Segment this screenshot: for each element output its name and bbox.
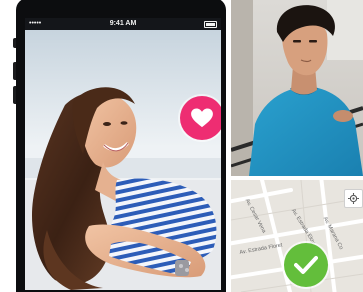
like-button[interactable] bbox=[180, 96, 221, 140]
checkmark-icon bbox=[294, 256, 318, 274]
phone-volume-down bbox=[13, 86, 16, 104]
locate-button[interactable] bbox=[344, 189, 363, 208]
battery-icon bbox=[204, 21, 217, 28]
status-bar: ••••• 9:41 AM bbox=[25, 18, 221, 30]
heart-icon bbox=[191, 108, 213, 128]
status-time: 9:41 AM bbox=[109, 20, 137, 27]
phone-mockup: ••••• 9:41 AM bbox=[13, 0, 226, 292]
match-confirmed-badge bbox=[284, 243, 328, 287]
profile-photo[interactable] bbox=[25, 30, 221, 290]
locate-target-icon bbox=[348, 193, 359, 204]
app-showcase: ••••• 9:41 AM Av. Estrada Eloy Av. Maran… bbox=[0, 0, 363, 292]
phone-volume-up bbox=[13, 62, 16, 80]
phone-mute-switch bbox=[13, 38, 16, 48]
match-photo[interactable] bbox=[231, 0, 363, 176]
phone-screen bbox=[25, 18, 221, 290]
location-map[interactable]: Av. Estrada Eloy Av. Marana Co Av. Cesar… bbox=[231, 180, 363, 292]
